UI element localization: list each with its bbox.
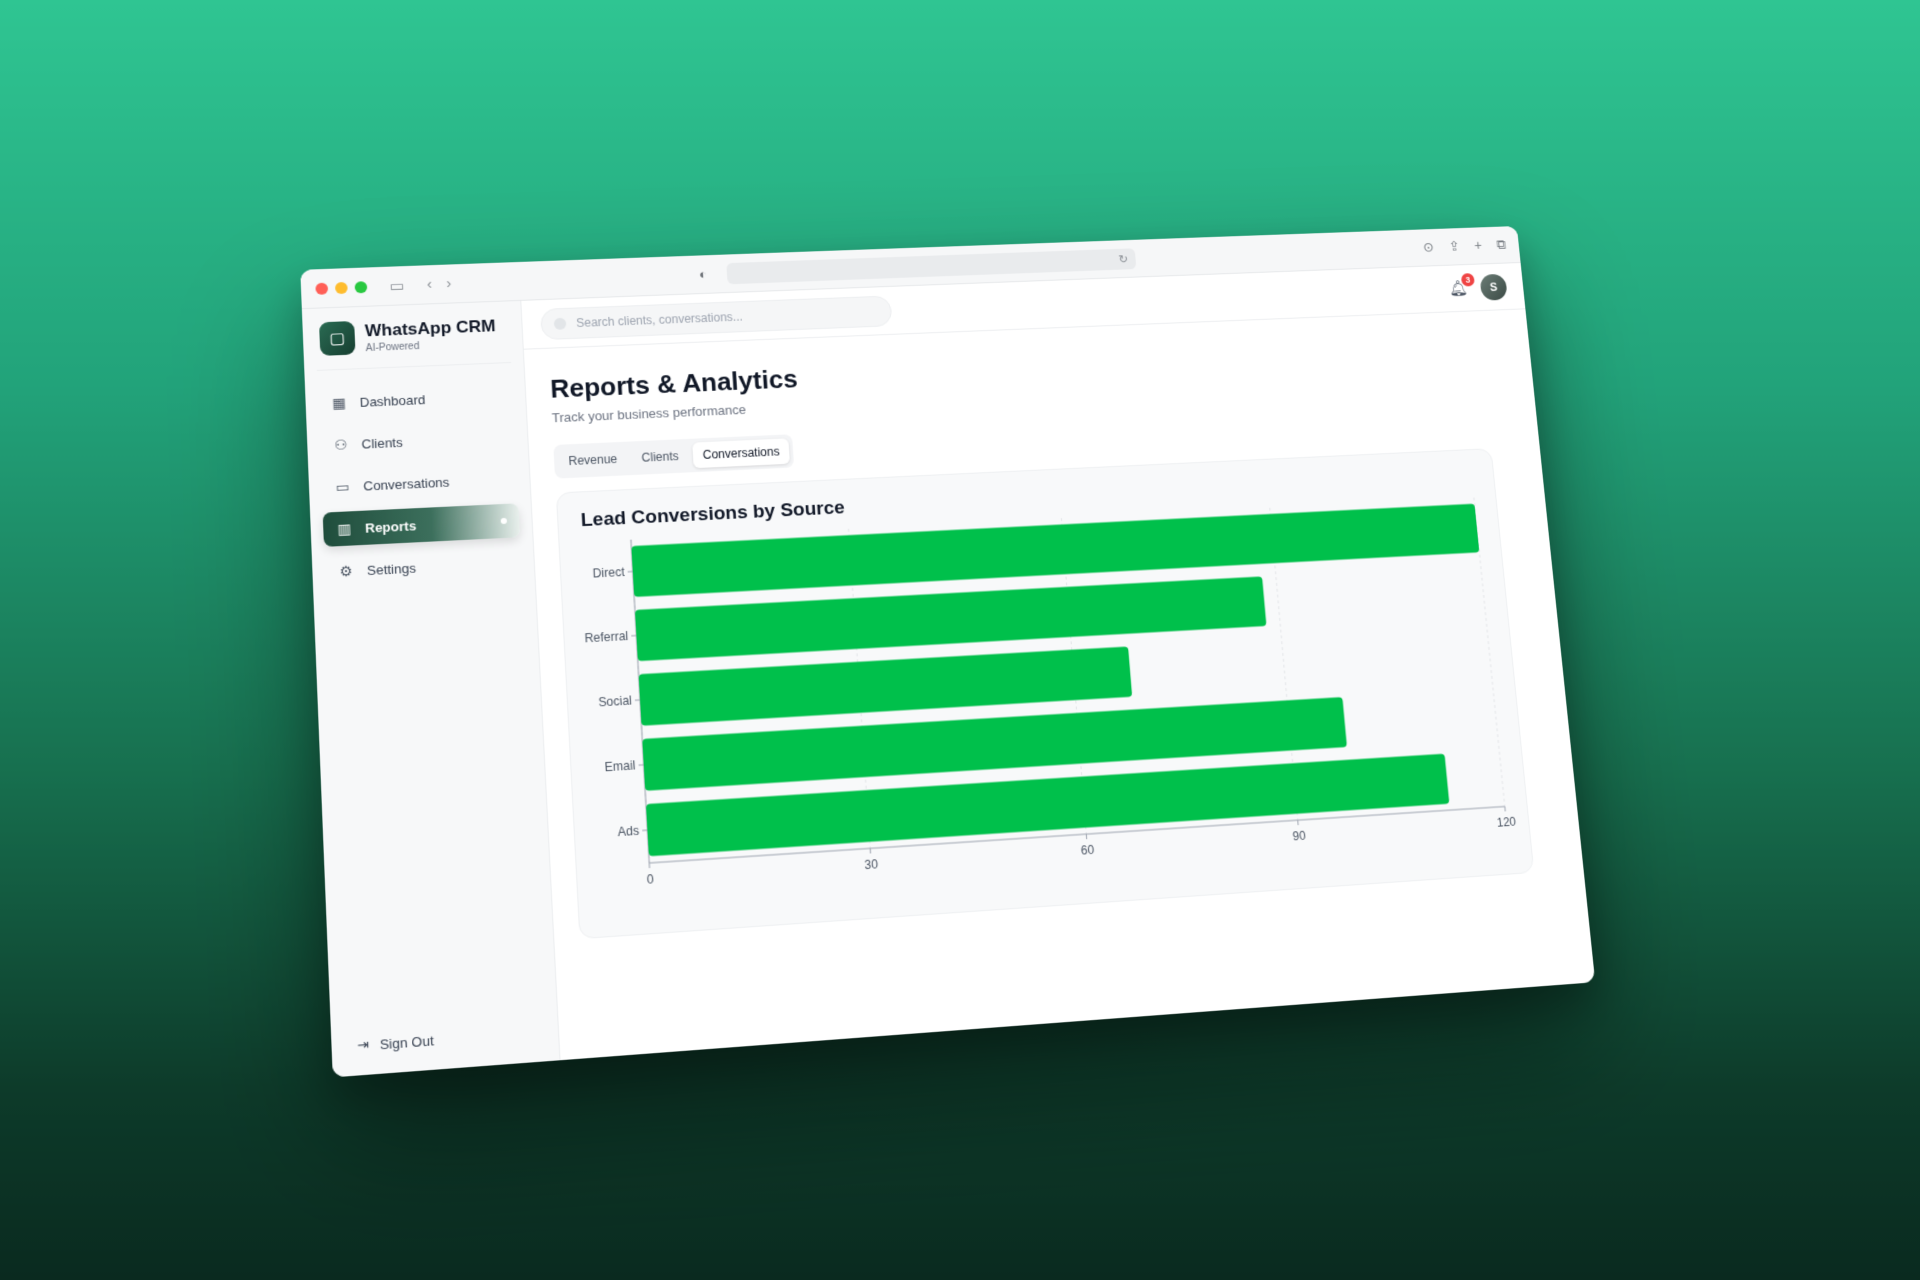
sidebar-item-dashboard[interactable]: ▦ Dashboard (317, 379, 513, 421)
brand-title: WhatsApp CRM (364, 316, 496, 340)
dashboard-icon: ▦ (331, 394, 347, 411)
chat-icon: ▭ (335, 477, 350, 495)
sidebar-item-conversations[interactable]: ▭ Conversations (321, 462, 518, 505)
main-content: Search clients, conversations... 🔔︎ 3 S … (521, 262, 1595, 1060)
active-indicator (500, 517, 508, 525)
x-tick-label: 90 (1292, 829, 1307, 844)
maximize-window-button[interactable] (354, 280, 368, 293)
brand: ▢ WhatsApp CRM AI-Powered (314, 315, 512, 371)
browser-actions: ⊙ ⇪ + ⧉ (1422, 237, 1506, 256)
page-content: Reports & Analytics Track your business … (524, 309, 1586, 968)
x-tick-label: 60 (1080, 843, 1095, 858)
topbar-actions: 🔔︎ 3 S (1448, 273, 1508, 302)
back-icon[interactable]: ‹ (426, 276, 432, 293)
sidebar: ▢ WhatsApp CRM AI-Powered ▦ Dashboard ⚇ … (301, 300, 561, 1078)
x-tick-label: 0 (646, 872, 654, 887)
avatar[interactable]: S (1479, 273, 1508, 301)
chart-card: Lead Conversions by Source Direct Referra… (555, 448, 1535, 940)
search-input[interactable]: Search clients, conversations... (539, 294, 893, 340)
sign-out-label: Sign Out (379, 1032, 435, 1053)
notification-badge: 3 (1460, 273, 1475, 287)
sidebar-toggle-icon[interactable]: ▭ (389, 276, 404, 294)
tabs-overview-icon[interactable]: ⧉ (1496, 237, 1507, 253)
y-tick-label: Email (604, 758, 636, 774)
bell-icon[interactable]: 🔔︎ 3 (1448, 273, 1475, 298)
minimize-window-button[interactable] (334, 281, 348, 294)
browser-window: ▭ ‹ › ◐ ↻ ⊙ ⇪ + ⧉ ▢ WhatsApp CRM AI-Powe… (300, 226, 1596, 1078)
logout-icon: ⇥ (356, 1036, 370, 1054)
report-tabs: Revenue Clients Conversations (553, 434, 795, 479)
forward-icon[interactable]: › (446, 275, 452, 292)
sidebar-item-reports[interactable]: ▥ Reports (322, 503, 521, 547)
sidebar-nav: ▦ Dashboard ⚇ Clients ▭ Conversations ▥ … (317, 379, 522, 590)
sidebar-item-label: Dashboard (359, 391, 426, 410)
search-placeholder: Search clients, conversations... (575, 309, 744, 330)
conversions-bar-chart: Direct Referral Social Email Ads 0 30 60 90 120 (584, 487, 1517, 887)
gear-icon: ⚙ (339, 562, 353, 580)
sidebar-item-label: Reports (364, 517, 417, 536)
y-tick-label: Ads (617, 823, 639, 839)
app-layout: ▢ WhatsApp CRM AI-Powered ▦ Dashboard ⚇ … (301, 262, 1595, 1078)
y-tick-label: Social (598, 693, 632, 709)
shield-icon: ◐ (698, 266, 708, 282)
search-icon (553, 317, 567, 330)
users-icon: ⚇ (333, 435, 348, 453)
sidebar-item-settings[interactable]: ⚙ Settings (324, 545, 522, 589)
share-icon[interactable]: ⇪ (1448, 238, 1460, 254)
close-window-button[interactable] (315, 282, 329, 295)
sidebar-item-clients[interactable]: ⚇ Clients (319, 420, 516, 462)
sign-out-button[interactable]: ⇥ Sign Out (357, 1032, 434, 1055)
tab-conversions[interactable]: Conversations (691, 438, 791, 469)
sidebar-item-label: Clients (361, 434, 404, 452)
sidebar-item-label: Conversations (362, 474, 450, 494)
x-tick-label: 30 (864, 857, 879, 872)
reload-icon[interactable]: ↻ (1118, 252, 1129, 266)
x-tick-label: 120 (1496, 815, 1517, 830)
new-tab-icon[interactable]: + (1474, 238, 1483, 254)
sidebar-item-label: Settings (366, 559, 417, 578)
tab-clients[interactable]: Clients (631, 443, 690, 471)
window-controls (315, 280, 368, 295)
y-tick-label: Referral (584, 629, 628, 646)
chat-logo-icon: ▢ (318, 320, 356, 356)
tab-revenue[interactable]: Revenue (558, 446, 629, 475)
y-tick-label: Direct (592, 565, 625, 581)
bar-chart-icon: ▥ (336, 519, 352, 537)
download-icon[interactable]: ⊙ (1422, 239, 1434, 255)
